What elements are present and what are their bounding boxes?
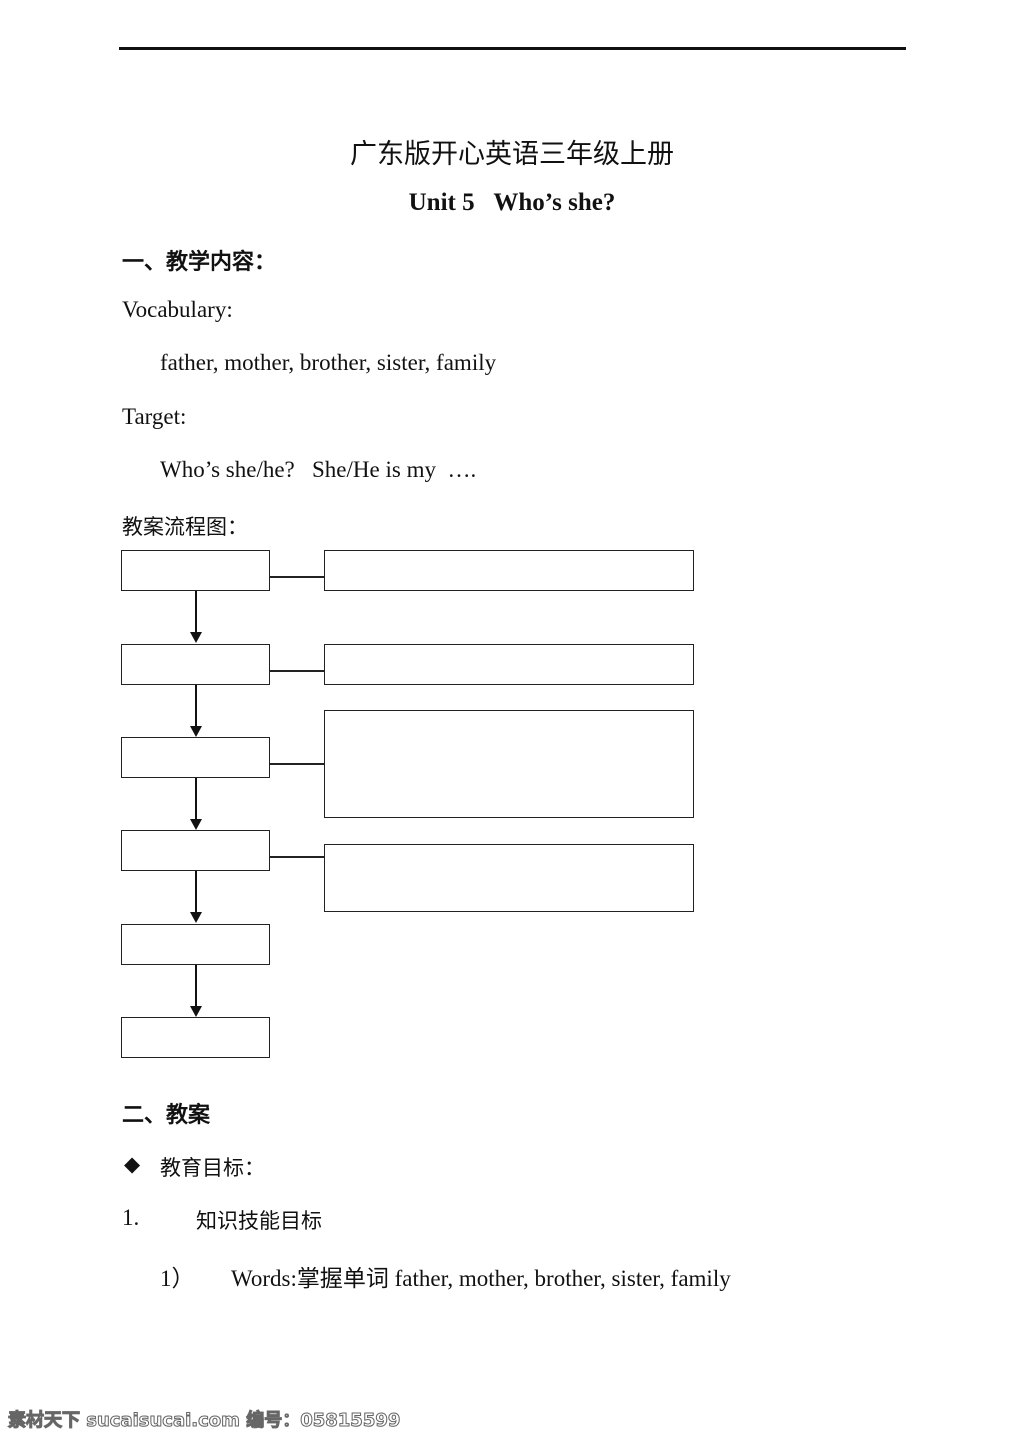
stage-consolidation [121,737,270,778]
unit-title: Unit 5 Who’s she? [408,189,616,216]
flowchart-label: 教案流程图： [122,515,248,539]
section2-heading: 二、教案 [122,1103,211,1128]
stage-homework [121,1017,270,1058]
stage-presentation [121,644,270,685]
flow-arrow-shaft [195,685,197,726]
arrow-down-icon [190,1006,202,1017]
flow-arrow-shaft [195,965,197,1006]
connector-line [270,763,324,765]
goal-heading: 教育目标： [160,1156,265,1180]
detail-consolidation [324,710,694,818]
arrow-down-icon [190,819,202,830]
target-label: Target: [122,404,187,429]
flow-arrow-shaft [195,778,197,819]
flow-arrow-shaft [195,871,197,913]
stage-application [121,830,270,871]
watermark: 素材天下 sucaisucai.com 编号：05815599 [7,1410,401,1432]
connector-line [270,670,324,672]
arrow-down-icon [190,912,202,923]
detail-application [324,844,694,912]
vocabulary-list: father, mother, brother, sister, family [160,350,497,375]
section1-heading: 一、教学内容： [122,250,277,275]
stage-summary [121,924,270,965]
detail-presentation [324,644,694,685]
header-rule [119,47,906,50]
detail-warm-up [324,550,694,591]
connector-line [270,576,324,578]
stage-warm-up [121,550,270,591]
arrow-down-icon [190,726,202,737]
diamond-bullet-icon: ◆ [124,1152,141,1176]
item-text: 知识技能目标 [196,1209,322,1233]
document-title: 广东版开心英语三年级上册 [350,139,674,170]
subitem-number: 1） [160,1266,195,1291]
subitem-text: Words:掌握单词 father, mother, brother, sist… [231,1266,731,1291]
connector-line [270,856,324,858]
vocabulary-label: Vocabulary: [122,297,233,322]
arrow-down-icon [190,632,202,643]
target-sentence: Who’s she/he? She/He is my …. [160,457,477,482]
item-number: 1. [122,1205,140,1230]
flow-arrow-shaft [195,591,197,633]
